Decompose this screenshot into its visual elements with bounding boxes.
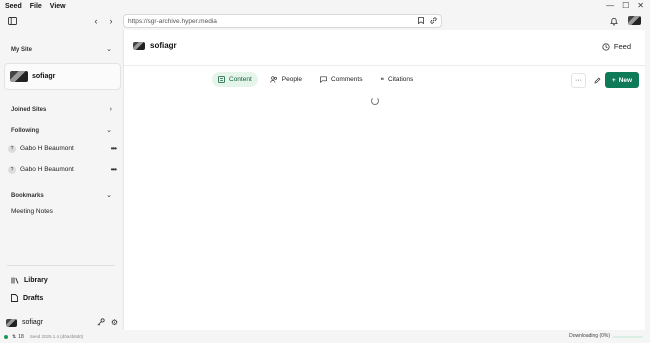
following-name: Gabo H Beaumont <box>20 166 74 173</box>
tab-label: Content <box>229 76 252 83</box>
site-name: sofiagr <box>32 73 56 80</box>
page-title: sofiagr <box>133 41 177 50</box>
url-text[interactable]: https://sgr-archive.hyper.media <box>128 18 217 25</box>
chevron-down-icon[interactable]: ⌄ <box>106 45 112 53</box>
nav-library[interactable]: Library <box>11 277 48 284</box>
gear-icon[interactable]: ⚙ <box>111 318 118 327</box>
my-site-card[interactable]: sofiagr <box>4 63 121 90</box>
chevron-down-icon[interactable]: ⌄ <box>106 191 112 199</box>
more-options-button[interactable]: ··· <box>571 73 586 88</box>
site-avatar <box>10 71 28 82</box>
tab-comments[interactable]: Comments <box>314 72 368 87</box>
bookmark-icon[interactable] <box>418 17 424 24</box>
app-window: Seed File View — ☐ ✕ ‹ › https://sgr-arc… <box>0 0 650 343</box>
comment-icon <box>320 76 327 83</box>
back-icon[interactable]: ‹ <box>90 15 102 27</box>
loading-spinner-icon <box>371 97 379 105</box>
tab-people[interactable]: People <box>264 72 308 87</box>
forward-icon[interactable]: › <box>105 15 117 27</box>
download-status: Downloading (0%) <box>569 333 610 339</box>
minimize-icon[interactable]: — <box>606 1 614 10</box>
library-label: Library <box>24 277 48 284</box>
contact-avatar: ? <box>8 144 16 153</box>
site-title-text: sofiagr <box>150 41 177 50</box>
tab-citations[interactable]: ❝ Citations <box>374 72 419 87</box>
status-bar: ⇅ 18 Seed 2025.1.4 (d0a4b8d0) Downloadin… <box>0 330 650 343</box>
tab-content[interactable]: Content <box>212 72 258 87</box>
sidebar: My Site ⌄ sofiagr Joined Sites › Followi… <box>0 30 123 330</box>
close-icon[interactable]: ✕ <box>637 1 644 10</box>
edit-icon[interactable] <box>590 73 605 88</box>
menu-file[interactable]: File <box>30 3 42 10</box>
document-icon <box>11 294 18 302</box>
tab-label: Comments <box>331 76 363 83</box>
library-icon <box>11 277 19 284</box>
bell-icon[interactable] <box>608 15 620 27</box>
sidebar-divider <box>7 265 115 266</box>
more-options-icon[interactable]: ••• <box>111 165 117 174</box>
download-progress-bar <box>613 336 643 338</box>
account-avatar[interactable] <box>628 16 641 25</box>
joined-sites-heading[interactable]: Joined Sites <box>11 107 46 113</box>
new-button[interactable]: + New <box>605 72 639 88</box>
feed-label: Feed <box>613 42 631 51</box>
main-panel: sofiagr Feed Content People Comments ❝ C… <box>123 30 646 330</box>
menu-bar: Seed File View — ☐ ✕ <box>0 0 650 12</box>
feed-button[interactable]: Feed <box>602 42 631 51</box>
my-site-heading[interactable]: My Site <box>11 47 32 53</box>
contact-avatar: ? <box>8 165 16 174</box>
user-avatar <box>6 318 17 327</box>
link-icon[interactable] <box>430 17 437 24</box>
following-item[interactable]: ? Gabo H Beaumont ••• <box>8 144 117 153</box>
menu-view[interactable]: View <box>50 3 66 10</box>
key-icon[interactable] <box>97 318 105 327</box>
app-version: Seed 2025.1.4 (d0a4b8d0) <box>29 334 84 339</box>
more-options-icon[interactable]: ••• <box>111 144 117 153</box>
new-label: New <box>618 76 633 84</box>
chevron-down-icon[interactable]: ⌄ <box>106 126 112 134</box>
nav-drafts[interactable]: Drafts <box>11 294 43 302</box>
url-bar[interactable]: https://sgr-archive.hyper.media <box>123 14 442 28</box>
drafts-label: Drafts <box>23 294 44 302</box>
header-divider <box>124 65 646 66</box>
user-name: sofiagr <box>22 319 44 326</box>
content-icon <box>218 76 225 83</box>
maximize-icon[interactable]: ☐ <box>622 1 629 10</box>
quote-icon: ❝ <box>380 76 384 84</box>
site-avatar <box>133 41 145 50</box>
people-icon <box>270 76 278 83</box>
following-name: Gabo H Beaumont <box>20 145 74 152</box>
tab-label: People <box>281 76 303 83</box>
bookmarks-heading[interactable]: Bookmarks <box>11 193 44 199</box>
sidebar-toggle-icon[interactable] <box>6 15 18 27</box>
peer-count: 18 <box>18 333 24 340</box>
bookmark-item[interactable]: Meeting Notes <box>11 208 53 215</box>
chevron-right-icon[interactable]: › <box>110 106 112 113</box>
tab-bar: Content People Comments ❝ Citations <box>212 72 419 87</box>
tab-label: Citations <box>387 76 414 83</box>
peers-icon: ⇅ <box>12 333 17 340</box>
menu-seed[interactable]: Seed <box>5 3 22 10</box>
plus-icon: + <box>611 76 616 84</box>
history-icon <box>602 42 610 51</box>
following-heading[interactable]: Following <box>11 128 39 134</box>
user-row[interactable]: sofiagr ⚙ <box>6 318 118 327</box>
following-item[interactable]: ? Gabo H Beaumont ••• <box>8 165 117 174</box>
online-status-icon <box>4 334 8 339</box>
